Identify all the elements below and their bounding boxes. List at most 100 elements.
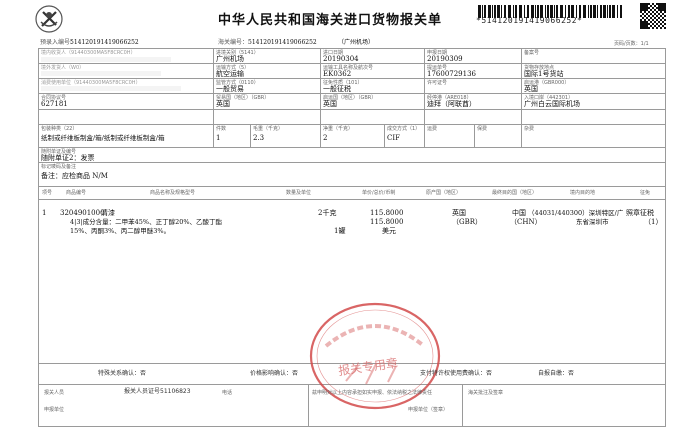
barcode-bar: [620, 5, 622, 18]
qr-module: [660, 11, 662, 13]
col-qty: 数量及单位: [286, 190, 312, 196]
qr-module: [646, 23, 648, 25]
qr-module: [652, 23, 654, 25]
bill-no-value: 17600729136: [427, 70, 476, 78]
phone-label: 电话: [222, 390, 233, 396]
qr-module: [664, 5, 666, 7]
barcode-bar: [617, 5, 618, 18]
barcode-number: *514120191419066252*: [476, 16, 583, 25]
gross-weight-label: 毛重（千克）: [253, 126, 284, 132]
qr-module: [660, 3, 662, 5]
shipper-redacted: [41, 71, 161, 76]
qr-module: [664, 15, 666, 17]
barcode-bar: [588, 5, 589, 18]
qr-module: [664, 23, 666, 25]
qr-module: [658, 25, 660, 27]
qr-module: [664, 19, 666, 21]
unit-seal: 申报单位（签章）: [408, 407, 449, 413]
qr-module: [664, 7, 666, 9]
qr-module: [646, 7, 648, 9]
qr-module: [640, 25, 642, 27]
qr-module: [656, 23, 658, 25]
form-title: 中华人民共和国海关进口货物报关单: [218, 13, 443, 28]
qr-module: [660, 19, 662, 21]
net-weight-value: 2: [323, 134, 328, 142]
qr-module: [648, 27, 650, 29]
departure-country-value: 英国: [323, 100, 337, 108]
qr-module: [662, 21, 664, 23]
qr-module: [656, 15, 658, 17]
qr-module: [654, 5, 656, 7]
qr-module: [662, 7, 664, 9]
goods-name: 清漆: [101, 209, 115, 217]
qr-module: [660, 5, 662, 7]
qr-module: [640, 7, 642, 9]
qr-module: [640, 3, 642, 5]
transaction-mode-value: CIF: [387, 134, 400, 142]
qr-module: [640, 19, 642, 21]
barcode-bar: [607, 5, 608, 18]
qr-module: [660, 9, 662, 11]
qr-module: [658, 5, 660, 7]
customs-no-label: 海关编号：: [218, 39, 249, 46]
goods-qty2: 1罐: [334, 227, 346, 235]
consignee-label: 境内收货人（91440300MA5F8CRC0H）: [41, 50, 136, 56]
col-origin: 原产国（地区）: [426, 190, 462, 196]
col-code: 商品编号: [66, 190, 87, 196]
qr-module: [664, 3, 666, 5]
qr-module: [646, 9, 648, 11]
qr-module: [644, 9, 646, 11]
qr-module: [640, 15, 642, 17]
barcode-bar: [597, 5, 598, 18]
gross-weight-value: 2.3: [253, 134, 265, 142]
trade-country-value: 英国: [216, 100, 230, 108]
price-influence: 价格影响确认：否: [250, 370, 299, 377]
qr-module: [656, 7, 658, 9]
qr-module: [660, 23, 662, 25]
docs-value: 随附单证2：发票: [41, 154, 95, 162]
declaration-statement: 兹申明对以上内容承担如实申报、依法纳税之法律责任: [312, 390, 433, 396]
qr-module: [656, 3, 658, 5]
customs-name: （广州机场）: [338, 39, 375, 46]
barcode-bar: [600, 5, 602, 18]
qr-module: [646, 27, 648, 29]
transaction-mode-label: 成交方式（1）: [387, 126, 421, 132]
qr-module: [658, 9, 660, 11]
qr-module: [658, 21, 660, 23]
goods-domestic-dest-2: 东省深圳市: [576, 218, 609, 226]
qr-module: [644, 3, 646, 5]
qr-module: [662, 25, 664, 27]
col-final-dest: 最终目的国（地区）: [492, 190, 538, 196]
goods-domestic-dest: （44031/440300）深圳特区/广: [528, 209, 624, 217]
license-no-label: 许可证号: [427, 80, 448, 86]
freight-label: 运费: [427, 126, 438, 132]
marks-value: 备注：应检商品 N/M: [41, 172, 108, 180]
qr-module: [642, 23, 644, 25]
goods-no: 1: [42, 209, 47, 217]
marks-label: 标记唛码及备注: [41, 164, 77, 170]
qr-module: [642, 13, 644, 15]
qr-module: [650, 21, 652, 23]
qr-module: [640, 9, 642, 11]
qr-module: [662, 5, 664, 7]
declarant-label: 报关人员: [44, 390, 65, 396]
qr-module: [642, 21, 644, 23]
qr-module: [644, 25, 646, 27]
declarant-cert: 报关人员证号51106823: [124, 388, 191, 395]
page-count: 页码/页数：1/1: [614, 41, 649, 47]
qr-module: [642, 25, 644, 27]
qr-module: [644, 19, 646, 21]
goods-origin: 英国: [452, 209, 466, 217]
qr-module: [650, 25, 652, 27]
goods-tax: 照章征税: [626, 209, 654, 217]
qr-module: [648, 3, 650, 5]
qr-module: [648, 23, 650, 25]
qr-code: [640, 3, 666, 29]
qr-module: [642, 3, 644, 5]
qr-module: [654, 17, 656, 19]
transport-mode-value: 航空运输: [216, 70, 244, 78]
qr-module: [640, 11, 642, 13]
customs-emblem: [34, 4, 64, 34]
barcode-bar: [609, 5, 611, 18]
net-weight-label: 净重（千克）: [323, 126, 354, 132]
